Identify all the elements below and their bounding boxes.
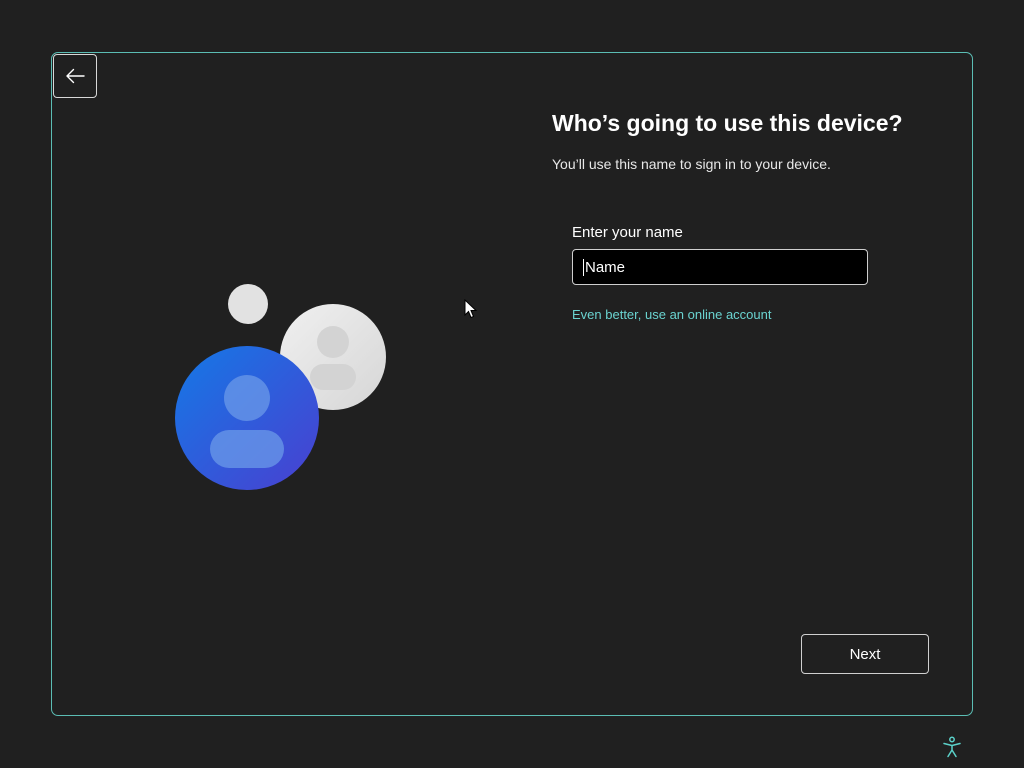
name-field-label: Enter your name	[572, 224, 683, 241]
accessibility-icon	[942, 736, 962, 758]
mouse-pointer-icon	[464, 298, 478, 319]
name-input[interactable]: Name	[572, 249, 868, 285]
text-caret	[583, 258, 584, 276]
back-button[interactable]	[53, 54, 97, 98]
blue-avatar-icon	[175, 346, 319, 490]
small-avatar-dot	[228, 284, 268, 324]
next-button[interactable]: Next	[801, 634, 929, 674]
arrow-left-icon	[65, 68, 85, 84]
name-input-value: Name	[585, 258, 626, 276]
user-accounts-illustration	[170, 280, 390, 495]
oobe-screen: Who’s going to use this device? You’ll u…	[0, 0, 1024, 768]
page-subtitle: You’ll use this name to sign in to your …	[552, 156, 831, 172]
online-account-link[interactable]: Even better, use an online account	[572, 307, 771, 322]
accessibility-button[interactable]	[939, 734, 965, 760]
page-title: Who’s going to use this device?	[552, 110, 903, 136]
